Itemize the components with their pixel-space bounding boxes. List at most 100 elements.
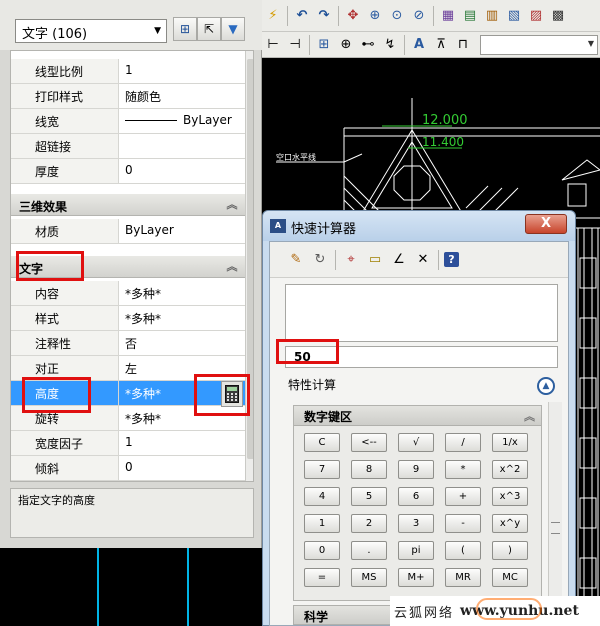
calc-key[interactable]: - — [445, 514, 481, 533]
property-row-annotative[interactable]: 注释性 否 — [11, 331, 245, 356]
property-value-lineweight[interactable]: ByLayer — [119, 109, 245, 133]
calc-key[interactable]: 5 — [351, 487, 387, 506]
calc-key[interactable]: <-- — [351, 433, 387, 452]
quick-calc-titlebar[interactable]: A 快速计算器 X — [263, 211, 575, 241]
property-row-lineweight[interactable]: 线宽 ByLayer — [11, 109, 245, 134]
property-value[interactable]: *多种* — [119, 406, 245, 430]
calc-key[interactable]: x^2 — [492, 460, 528, 479]
calc-key[interactable]: 1 — [304, 514, 340, 533]
calc-key[interactable]: MC — [492, 568, 528, 587]
calc-key[interactable]: 0 — [304, 541, 340, 560]
section-text[interactable]: 文字 ︽ — [11, 256, 245, 278]
property-row-justify[interactable]: 对正 左 — [11, 356, 245, 381]
quick-calc-scrollbar[interactable] — [548, 402, 562, 622]
center-mark-icon[interactable]: ⊕ — [336, 35, 356, 55]
calc-key[interactable]: 9 — [398, 460, 434, 479]
property-value[interactable] — [119, 134, 245, 158]
dim-style-select[interactable] — [480, 34, 598, 55]
calc-key[interactable]: pi — [398, 541, 434, 560]
property-row-hyperlink[interactable]: 超链接 — [11, 134, 245, 159]
calc-key[interactable]: 4 — [304, 487, 340, 506]
sheet-set-icon[interactable]: ▧ — [504, 6, 524, 26]
tolerance-icon[interactable]: ⊷ — [358, 35, 378, 55]
zoom-window-icon[interactable]: ⊙ — [387, 6, 407, 26]
number-pad-header[interactable]: 数字键区 ︽ — [294, 406, 541, 426]
calc-key[interactable]: MS — [351, 568, 387, 587]
tool-palettes-icon[interactable]: ▥ — [482, 6, 502, 26]
close-button[interactable]: X — [525, 214, 567, 234]
calc-key[interactable]: ( — [445, 541, 481, 560]
quick-dim-icon[interactable]: ⊞ — [314, 35, 334, 55]
scrollbar-thumb[interactable] — [247, 59, 253, 459]
lightning-icon[interactable]: ⚡ — [263, 6, 283, 26]
dim-continue-icon[interactable]: ⊣ — [285, 35, 305, 55]
calc-input-field[interactable]: 50 — [285, 346, 558, 368]
zoom-previous-icon[interactable]: ⊘ — [409, 6, 429, 26]
intersection-icon[interactable]: ✕ — [413, 250, 433, 270]
property-value[interactable]: 左 — [119, 356, 245, 380]
property-row-rotation[interactable]: 旋转 *多种* — [11, 406, 245, 431]
calc-key[interactable]: / — [445, 433, 481, 452]
calc-key[interactable]: 2 — [351, 514, 387, 533]
scrollbar-grip[interactable] — [551, 522, 560, 534]
calc-key[interactable]: * — [445, 460, 481, 479]
calc-key[interactable]: = — [304, 568, 340, 587]
pan-icon[interactable]: ✥ — [343, 6, 363, 26]
property-row-plot-style[interactable]: 打印样式 随颜色 — [11, 84, 245, 109]
clear-icon[interactable]: ✎ — [286, 250, 306, 270]
property-row-material[interactable]: 材质 ByLayer — [11, 219, 245, 244]
calc-key[interactable]: 6 — [398, 487, 434, 506]
dim-baseline-icon[interactable]: ⊢ — [263, 35, 283, 55]
property-value[interactable]: 1 — [119, 59, 245, 83]
select-objects-button[interactable]: ⇱ — [197, 17, 221, 41]
property-value[interactable]: 0 — [119, 456, 245, 480]
property-row-thickness[interactable]: 厚度 0 — [11, 159, 245, 184]
calc-key[interactable]: + — [445, 487, 481, 506]
dim-edit-icon[interactable]: A — [409, 35, 429, 55]
zoom-realtime-icon[interactable]: ⊕ — [365, 6, 385, 26]
property-value[interactable]: ByLayer — [119, 219, 245, 243]
property-value[interactable]: 否 — [119, 331, 245, 355]
calc-key[interactable]: √ — [398, 433, 434, 452]
calc-key[interactable]: M+ — [398, 568, 434, 587]
jog-icon[interactable]: ↯ — [380, 35, 400, 55]
properties-icon[interactable]: ▦ — [438, 6, 458, 26]
property-row-linetype-scale[interactable]: 线型比例 1 — [11, 59, 245, 84]
object-type-select[interactable]: 文字 (106) ▼ — [15, 19, 167, 43]
property-row-height[interactable]: 高度 *多种* — [11, 381, 245, 406]
calc-key[interactable]: 1/x — [492, 433, 528, 452]
calculator-icon[interactable]: ▩ — [548, 6, 568, 26]
calc-key[interactable]: . — [351, 541, 387, 560]
design-center-icon[interactable]: ▤ — [460, 6, 480, 26]
distance-icon[interactable]: ▭ — [365, 250, 385, 270]
property-value[interactable]: 0 — [119, 159, 245, 183]
property-value[interactable]: 随颜色 — [119, 84, 245, 108]
calc-key[interactable]: x^y — [492, 514, 528, 533]
markup-icon[interactable]: ▨ — [526, 6, 546, 26]
property-value[interactable]: *多种* — [119, 306, 245, 330]
calc-key[interactable]: 3 — [398, 514, 434, 533]
undo-icon[interactable]: ↶ — [292, 6, 312, 26]
history-area[interactable] — [285, 284, 558, 342]
calc-key[interactable]: MR — [445, 568, 481, 587]
calc-key[interactable]: 7 — [304, 460, 340, 479]
angle-icon[interactable]: ∠ — [389, 250, 409, 270]
property-value[interactable]: *多种* — [119, 281, 245, 305]
property-row-style[interactable]: 样式 *多种* — [11, 306, 245, 331]
quick-select-button[interactable]: ▼ — [221, 17, 245, 41]
property-row-obliquing[interactable]: 倾斜 0 — [11, 456, 245, 481]
property-row-width-factor[interactable]: 宽度因子 1 — [11, 431, 245, 456]
properties-scrollbar[interactable] — [245, 51, 253, 481]
dim-text-edit-icon[interactable]: ⊼ — [431, 35, 451, 55]
get-coordinates-icon[interactable]: ⌖ — [341, 250, 361, 270]
calc-key[interactable]: 8 — [351, 460, 387, 479]
pickadd-toggle-button[interactable]: ⊞ — [173, 17, 197, 41]
calc-key[interactable]: x^3 — [492, 487, 528, 506]
calc-key[interactable]: ) — [492, 541, 528, 560]
clear-history-icon[interactable]: ↻ — [310, 250, 330, 270]
quick-calc-button[interactable] — [221, 381, 243, 407]
redo-icon[interactable]: ↷ — [314, 6, 334, 26]
dim-update-icon[interactable]: ⊓ — [453, 35, 473, 55]
property-row-contents[interactable]: 内容 *多种* — [11, 281, 245, 306]
calc-key[interactable]: C — [304, 433, 340, 452]
